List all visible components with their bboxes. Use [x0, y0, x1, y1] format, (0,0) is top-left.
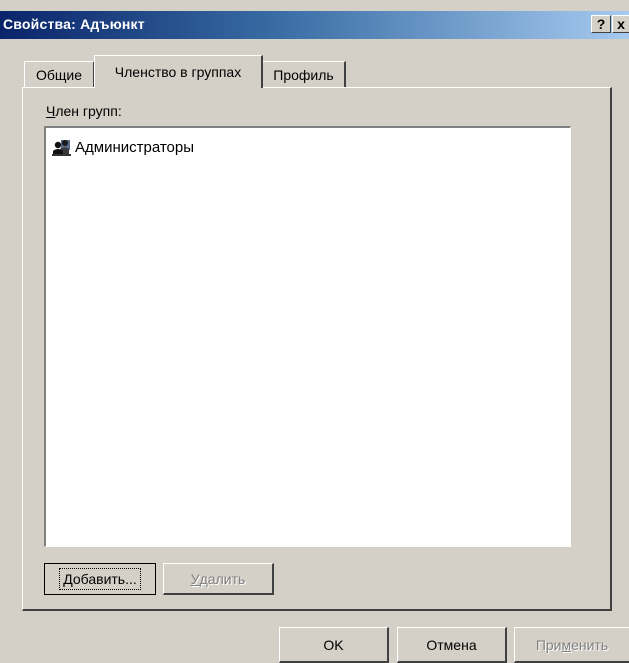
apply-label-pre: При	[535, 636, 562, 653]
member-of-label-text: лен групп:	[55, 103, 122, 119]
remove-button[interactable]: Удалить	[163, 563, 274, 595]
cancel-label: Отмена	[426, 636, 477, 653]
apply-button[interactable]: При м енить	[514, 627, 629, 663]
remove-label: далить	[199, 570, 246, 587]
add-label: обавить...	[72, 571, 137, 587]
cancel-button[interactable]: Отмена	[397, 627, 507, 663]
tab-label: Профиль	[273, 66, 334, 83]
tab-label: Общие	[35, 66, 83, 83]
ok-label: OK	[323, 636, 344, 653]
help-button[interactable]: ?	[591, 15, 611, 33]
add-accel: Д	[63, 571, 73, 587]
tab-general[interactable]: Общие	[24, 61, 95, 87]
apply-label-post: енить	[571, 636, 609, 653]
tab-profile[interactable]: Профиль	[262, 61, 346, 87]
group-icon	[52, 137, 72, 157]
member-of-label-accel: Ч	[46, 103, 56, 119]
member-of-label: Член групп:	[46, 103, 122, 119]
list-item[interactable]: Администраторы	[52, 137, 194, 157]
remove-accel: У	[190, 570, 200, 587]
apply-accel: м	[561, 636, 572, 653]
groups-list[interactable]: Администраторы	[44, 126, 571, 547]
ok-button[interactable]: OK	[279, 627, 389, 663]
properties-dialog: Свойства: Адъюнкт ? x Общие Членство в г…	[0, 0, 629, 663]
window-title: Свойства: Адъюнкт	[3, 16, 145, 32]
help-icon: ?	[596, 16, 606, 32]
close-icon: x	[617, 16, 625, 32]
focus-rect: Добавить...	[59, 568, 141, 590]
close-button[interactable]: x	[612, 15, 629, 33]
group-name: Администраторы	[75, 138, 195, 156]
tab-group-membership[interactable]: Членство в группах	[94, 55, 263, 88]
title-bar[interactable]: Свойства: Адъюнкт ? x	[0, 11, 629, 39]
add-button[interactable]: Добавить...	[44, 563, 156, 595]
tab-label: Членство в группах	[114, 64, 242, 80]
